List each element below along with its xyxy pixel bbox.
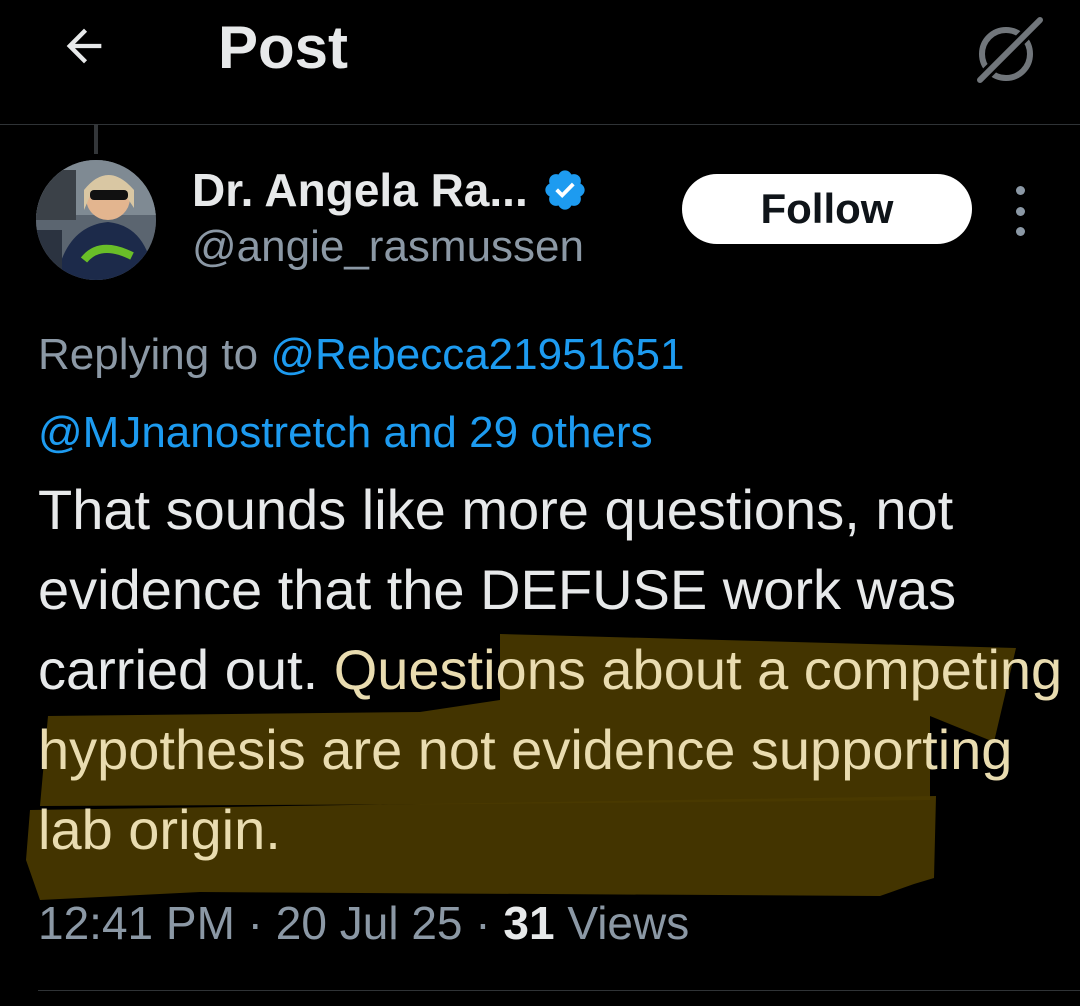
meta-separator: · (462, 897, 504, 949)
post-time[interactable]: 12:41 PM (38, 897, 235, 949)
meta-separator: · (234, 897, 276, 949)
views-count[interactable]: 31 (503, 897, 554, 949)
views-label[interactable]: Views (555, 897, 689, 949)
post-meta: 12:41 PM · 20 Jul 25 · 31 Views (38, 896, 689, 950)
post-text: That sounds like more questions, not evi… (38, 470, 1068, 870)
divider (38, 990, 1080, 991)
post-date[interactable]: 20 Jul 25 (276, 897, 463, 949)
